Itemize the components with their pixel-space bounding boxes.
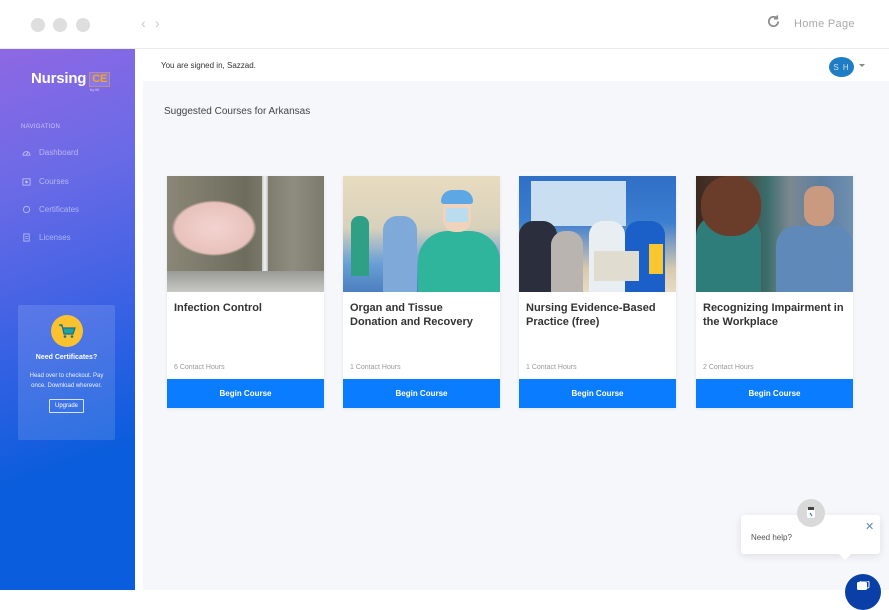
certificates-icon xyxy=(22,205,31,214)
sidebar-item-dashboard[interactable]: Dashboard xyxy=(22,148,78,157)
navigation-heading: NAVIGATION xyxy=(21,124,61,130)
sidebar-item-certificates[interactable]: Certificates xyxy=(22,205,79,214)
sidebar-item-label: Dashboard xyxy=(39,148,79,157)
window-close-dot[interactable] xyxy=(31,18,45,32)
upgrade-button[interactable]: Upgrade xyxy=(48,399,84,413)
promo-title: Need Certificates? xyxy=(35,354,98,361)
home-page-link[interactable]: Home Page xyxy=(794,18,855,30)
contact-hours: 2 Contact Hours xyxy=(703,364,754,371)
signed-in-message: You are signed in, Sazzad. xyxy=(161,61,256,70)
refresh-icon[interactable] xyxy=(766,14,781,29)
course-card: Organ and Tissue Donation and Recovery 1… xyxy=(343,176,500,408)
window-minimize-dot[interactable] xyxy=(53,18,67,32)
main-content: You are signed in, Sazzad. S H Suggested… xyxy=(143,49,889,590)
begin-course-button[interactable]: Begin Course xyxy=(167,379,324,408)
contact-hours: 1 Contact Hours xyxy=(350,364,401,371)
forward-arrow-icon[interactable]: › xyxy=(155,15,160,31)
courses-icon xyxy=(22,178,31,186)
certificates-promo-card: Need Certificates? Head over to checkout… xyxy=(18,305,115,440)
support-avatar-icon xyxy=(797,499,825,527)
sidebar-item-courses[interactable]: Courses xyxy=(22,177,69,186)
surgical-team-photo[interactable] xyxy=(343,176,500,292)
sidebar-item-label: Certificates xyxy=(39,205,80,214)
sidebar-item-label: Licenses xyxy=(39,233,71,242)
chevron-down-icon[interactable] xyxy=(859,64,865,67)
contact-hours: 6 Contact Hours xyxy=(174,364,225,371)
logo-text: Nursing xyxy=(31,70,87,87)
stressed-nurse-photo[interactable] xyxy=(696,176,853,292)
course-title: Infection Control xyxy=(174,302,262,314)
sidebar-item-licenses[interactable]: Licenses xyxy=(22,233,71,242)
promo-text: Head over to checkout. Pay once. Downloa… xyxy=(29,373,104,389)
help-text: Need help? xyxy=(751,533,792,542)
browser-toolbar: ‹ › Home Page xyxy=(0,0,889,49)
close-icon[interactable]: ✕ xyxy=(865,520,874,533)
window-maximize-dot[interactable] xyxy=(76,18,90,32)
sidebar-item-label: Courses xyxy=(39,177,69,186)
back-arrow-icon[interactable]: ‹ xyxy=(141,15,146,31)
course-card: Nursing Evidence-Based Practice (free) 1… xyxy=(519,176,676,408)
chat-launcher-button[interactable] xyxy=(845,574,881,610)
team-meeting-photo[interactable] xyxy=(519,176,676,292)
logo[interactable]: Nursing CE xyxy=(31,70,111,87)
logo-byline: by lili xyxy=(90,87,99,92)
course-title: Recognizing Impairment in the Workplace xyxy=(703,302,844,328)
course-title: Organ and Tissue Donation and Recovery xyxy=(350,302,473,328)
begin-course-button[interactable]: Begin Course xyxy=(519,379,676,408)
cart-icon xyxy=(50,315,83,347)
begin-course-button[interactable]: Begin Course xyxy=(343,379,500,408)
licenses-icon xyxy=(23,233,30,242)
logo-badge: CE xyxy=(89,72,111,87)
top-bar: You are signed in, Sazzad. S H xyxy=(143,49,889,81)
sidebar: Nursing CE by lili NAVIGATION Dashboard C… xyxy=(0,49,135,590)
handwashing-photo[interactable] xyxy=(167,176,324,292)
section-title: Suggested Courses for Arkansas xyxy=(164,106,311,117)
contact-hours: 1 Contact Hours xyxy=(526,364,577,371)
course-card: Infection Control 6 Contact Hours Begin … xyxy=(167,176,324,408)
course-card: Recognizing Impairment in the Workplace … xyxy=(696,176,853,408)
user-avatar[interactable]: S H xyxy=(829,57,854,77)
course-title: Nursing Evidence-Based Practice (free) xyxy=(526,302,656,328)
begin-course-button[interactable]: Begin Course xyxy=(696,379,853,408)
dashboard-icon xyxy=(22,151,31,156)
